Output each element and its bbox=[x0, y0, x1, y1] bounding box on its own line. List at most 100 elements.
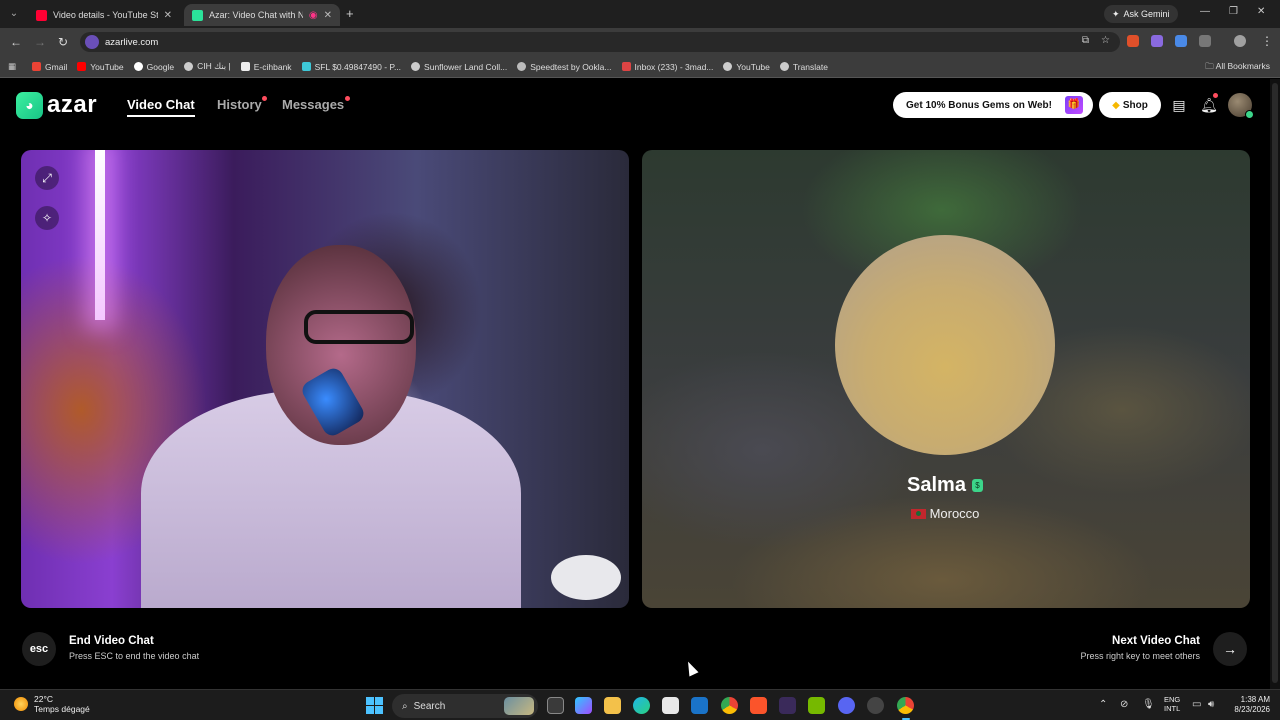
restore-icon[interactable]: ❐ bbox=[1229, 6, 1238, 17]
network-icon[interactable]: ⊘ bbox=[1120, 699, 1128, 710]
bonus-gems-button[interactable]: Get 10% Bonus Gems on Web! 🎁 bbox=[893, 92, 1093, 118]
bookmark-gmail[interactable]: Gmail bbox=[32, 62, 67, 72]
azar-logo[interactable]: ◕ azar bbox=[16, 91, 97, 119]
nav-history[interactable]: History bbox=[217, 97, 262, 112]
weather-widget[interactable]: 22°C Temps dégagé bbox=[14, 694, 90, 714]
search-label: Search bbox=[413, 700, 446, 712]
google-icon bbox=[133, 62, 143, 71]
tab-search-icon[interactable]: ⌄ bbox=[6, 6, 22, 22]
bookmark-star-icon[interactable]: ☆ bbox=[1101, 35, 1110, 46]
address-bar[interactable]: azarlive.com ⧉ ☆ bbox=[80, 32, 1120, 52]
bookmark-sunflower-land[interactable]: Sunflower Land Coll... bbox=[411, 62, 507, 72]
bookmark-inbox[interactable]: Inbox (233) - 3mad... bbox=[621, 62, 713, 72]
end-chat-esc-button[interactable]: esc bbox=[22, 632, 56, 666]
all-bookmarks-button[interactable]: 🗀 All Bookmarks bbox=[1205, 61, 1270, 75]
store-icon[interactable] bbox=[662, 697, 679, 714]
nexus-icon[interactable] bbox=[779, 697, 796, 714]
end-chat-title: End Video Chat bbox=[69, 635, 154, 647]
apps-grid-icon[interactable]: ▦ bbox=[8, 61, 16, 72]
peer-avatar bbox=[835, 235, 1055, 455]
nvidia-icon[interactable] bbox=[808, 697, 825, 714]
ask-gemini-button[interactable]: ✦ Ask Gemini bbox=[1104, 5, 1178, 23]
bookmark-youtube-2[interactable]: YouTube bbox=[723, 62, 770, 72]
extension-icon[interactable] bbox=[1151, 35, 1163, 47]
bookmark-youtube[interactable]: YouTube bbox=[77, 62, 124, 72]
bonus-gems-label: Get 10% Bonus Gems on Web! bbox=[906, 99, 1052, 111]
extensions-puzzle-icon[interactable] bbox=[1199, 35, 1211, 47]
extension-icon[interactable] bbox=[1175, 35, 1187, 47]
window-close-icon[interactable]: ✕ bbox=[1257, 6, 1265, 17]
bookmarks-bar: ▦ Gmail YouTube Google CIH بنك | E-cihba… bbox=[0, 56, 1280, 78]
history-notification-dot bbox=[262, 96, 267, 101]
mail-icon bbox=[621, 62, 631, 71]
windows-start-icon[interactable] bbox=[366, 697, 383, 714]
scrollbar-thumb[interactable] bbox=[1272, 83, 1278, 683]
expand-icon[interactable]: ⤢ bbox=[35, 166, 59, 190]
reload-icon[interactable]: ↻ bbox=[58, 35, 68, 49]
close-icon[interactable]: ✕ bbox=[164, 10, 172, 21]
sfl-icon bbox=[301, 62, 311, 71]
tray-overflow-icon[interactable]: ⌃ bbox=[1099, 699, 1107, 710]
tab-azar[interactable]: Azar: Video Chat with New ◉ ✕ bbox=[184, 4, 340, 26]
nav-messages[interactable]: Messages bbox=[282, 97, 344, 112]
gem-icon: ◆ bbox=[1112, 99, 1120, 111]
tab-youtube-studio[interactable]: Video details - YouTube Studio ✕ bbox=[28, 4, 180, 26]
next-chat-button[interactable]: → bbox=[1213, 632, 1247, 666]
magic-wand-icon[interactable]: ✧ bbox=[35, 206, 59, 230]
taskbar-search[interactable]: ⌕ Search bbox=[392, 694, 538, 718]
back-icon[interactable]: ← bbox=[10, 35, 22, 49]
next-chat-title: Next Video Chat bbox=[1112, 635, 1200, 647]
task-view-icon[interactable] bbox=[547, 697, 564, 714]
forward-icon[interactable]: → bbox=[34, 35, 46, 49]
bookmark-google[interactable]: Google bbox=[133, 62, 174, 72]
bookmark-cih[interactable]: CIH بنك | bbox=[184, 61, 231, 72]
install-app-icon[interactable]: ⧉ bbox=[1082, 35, 1089, 46]
browser-tab-bar: ⌄ Video details - YouTube Studio ✕ Azar:… bbox=[0, 0, 1280, 28]
file-explorer-icon[interactable] bbox=[604, 697, 621, 714]
chrome-active-icon[interactable] bbox=[897, 697, 914, 714]
copilot-icon[interactable] bbox=[575, 697, 592, 714]
peer-name-row: Salma $ bbox=[842, 474, 1048, 497]
obs-icon[interactable] bbox=[867, 697, 884, 714]
nav-video-chat[interactable]: Video Chat bbox=[127, 97, 195, 117]
search-highlight-image bbox=[504, 697, 534, 715]
video-person-glasses bbox=[304, 310, 414, 344]
inbox-icon[interactable]: ▤ bbox=[1170, 96, 1188, 114]
peer-country: Morocco bbox=[929, 506, 980, 521]
speedtest-icon bbox=[517, 62, 527, 71]
page-scrollbar[interactable] bbox=[1270, 79, 1280, 689]
browser-menu-icon[interactable]: ⋮ bbox=[1261, 34, 1273, 48]
discord-icon[interactable] bbox=[838, 697, 855, 714]
microphone-icon[interactable]: 🎙︎ bbox=[1142, 699, 1155, 710]
messages-notification-dot bbox=[345, 96, 350, 101]
shop-button[interactable]: ◆ Shop bbox=[1099, 92, 1161, 118]
peer-name: Salma bbox=[907, 474, 966, 496]
tab-title: Video details - YouTube Studio bbox=[53, 10, 158, 20]
bookmark-ecihbank[interactable]: E-cihbank bbox=[240, 62, 292, 72]
outlook-icon[interactable] bbox=[691, 697, 708, 714]
volume-icon[interactable]: 🔊︎ bbox=[1208, 699, 1214, 710]
verified-badge-icon: $ bbox=[971, 479, 983, 492]
bookmark-translate[interactable]: Translate bbox=[779, 62, 828, 72]
bell-icon[interactable]: 🔔︎ bbox=[1200, 96, 1218, 114]
gmail-icon bbox=[32, 62, 42, 71]
profile-icon[interactable] bbox=[1234, 35, 1246, 47]
language-indicator[interactable]: ENG INTL bbox=[1164, 695, 1180, 713]
display-icon[interactable]: ▭ bbox=[1192, 699, 1201, 710]
azar-logo-icon: ◕ bbox=[16, 91, 43, 119]
new-tab-icon[interactable]: + bbox=[346, 6, 354, 21]
azar-logo-text: azar bbox=[47, 91, 98, 118]
close-icon[interactable]: ✕ bbox=[324, 10, 332, 21]
user-avatar[interactable] bbox=[1228, 93, 1254, 119]
folder-icon: 🗀 bbox=[1205, 61, 1214, 71]
bookmark-sfl[interactable]: SFL $0.49847490 - P... bbox=[301, 62, 401, 72]
edge-icon[interactable] bbox=[633, 697, 650, 714]
peer-country-row: Morocco bbox=[842, 506, 1048, 521]
minimize-icon[interactable]: — bbox=[1200, 6, 1210, 17]
brave-icon[interactable] bbox=[750, 697, 767, 714]
chrome-icon[interactable] bbox=[721, 697, 738, 714]
system-clock[interactable]: 1:38 AM 8/23/2026 bbox=[1228, 695, 1270, 715]
site-info-icon[interactable] bbox=[85, 35, 99, 49]
extension-icon[interactable] bbox=[1127, 35, 1139, 47]
bookmark-speedtest[interactable]: Speedtest by Ookla... bbox=[517, 62, 612, 72]
